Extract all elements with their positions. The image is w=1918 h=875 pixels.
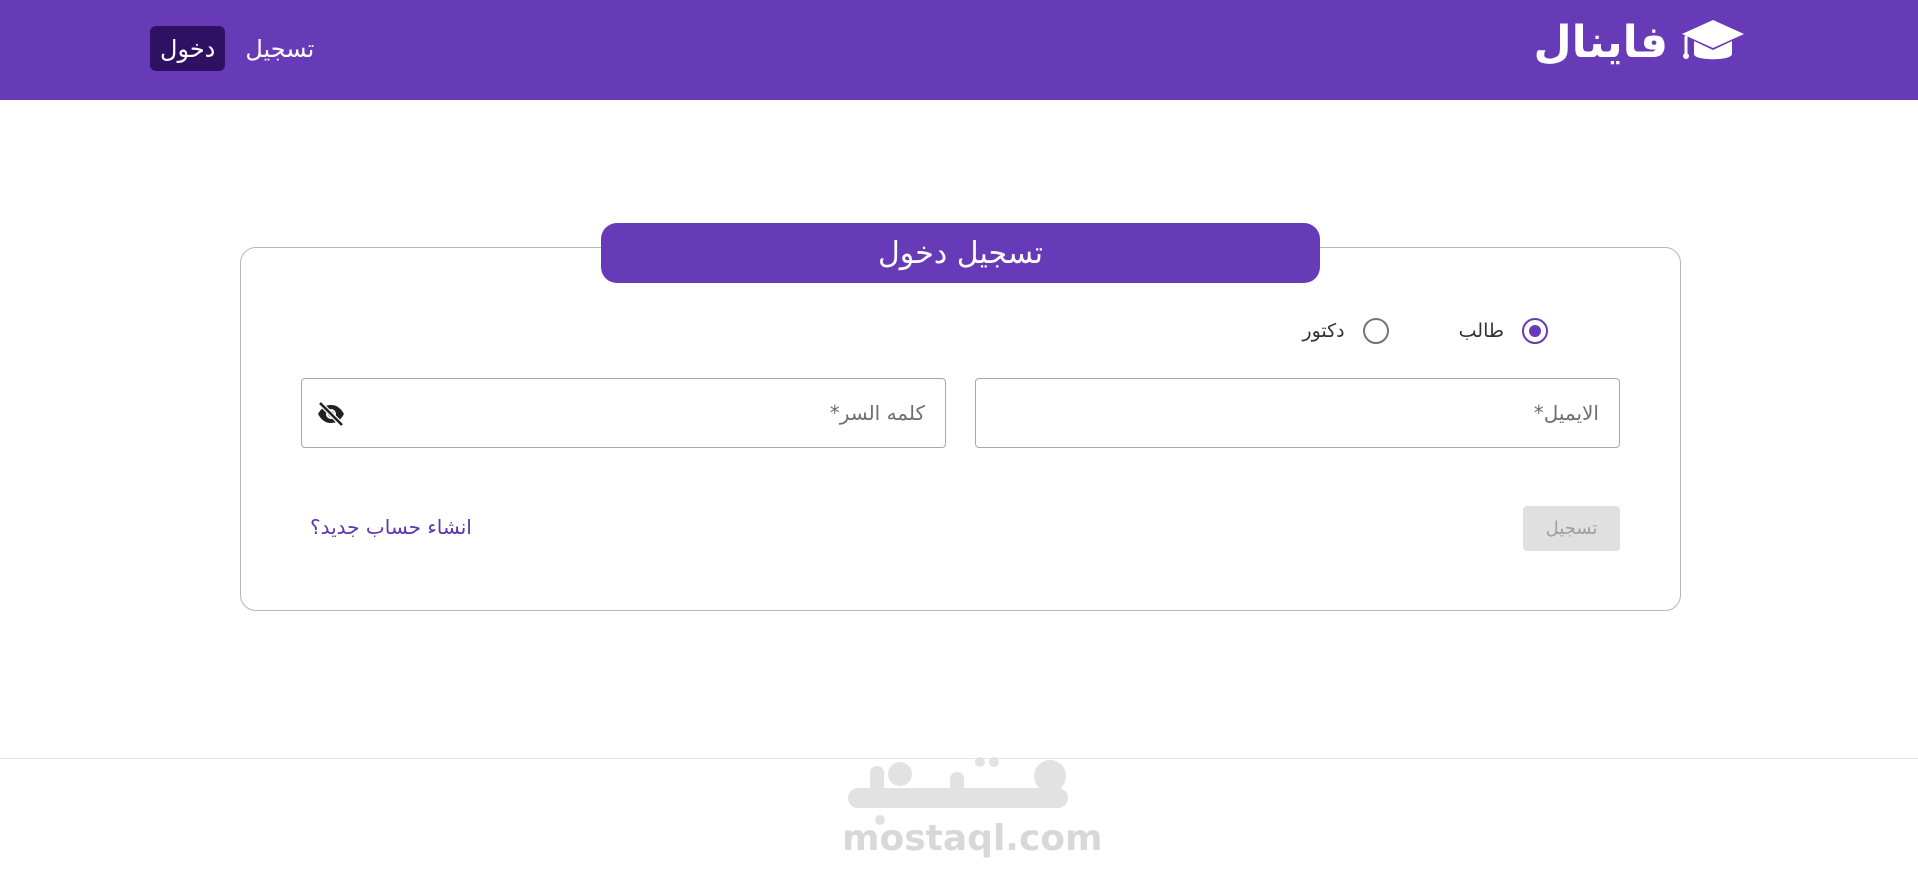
eye-off-icon[interactable] [316,399,346,429]
radio-doctor-circle[interactable] [1362,318,1389,344]
email-input[interactable] [976,379,1619,447]
radio-doctor[interactable]: دكتور [1302,318,1389,344]
nav-login-button[interactable]: دخول [150,26,226,71]
header-nav: دخول تسجيل [150,26,314,71]
brand-name: فاينال [1533,16,1668,68]
submit-button[interactable]: تسجيل [1523,506,1620,551]
radio-student-label: طالب [1458,320,1504,342]
graduation-cap-icon [1682,20,1744,60]
brand[interactable]: فاينال [1533,16,1746,68]
password-input[interactable] [302,379,945,447]
create-account-link[interactable]: انشاء حساب جديد؟ [310,515,472,539]
login-card-title: تسجيل دخول [601,223,1320,283]
watermark-domain: mostaql.com [842,818,1103,859]
radio-student-circle[interactable] [1522,318,1548,344]
top-app-bar: فاينال دخول تسجيل [0,0,1918,100]
password-field [301,378,946,448]
radio-student[interactable]: طالب [1459,318,1548,344]
radio-doctor-label: دكتور [1302,320,1345,342]
nav-register-link[interactable]: تسجيل [245,35,314,63]
email-field [975,378,1620,448]
role-radio-group: طالب دكتور [1302,318,1548,344]
